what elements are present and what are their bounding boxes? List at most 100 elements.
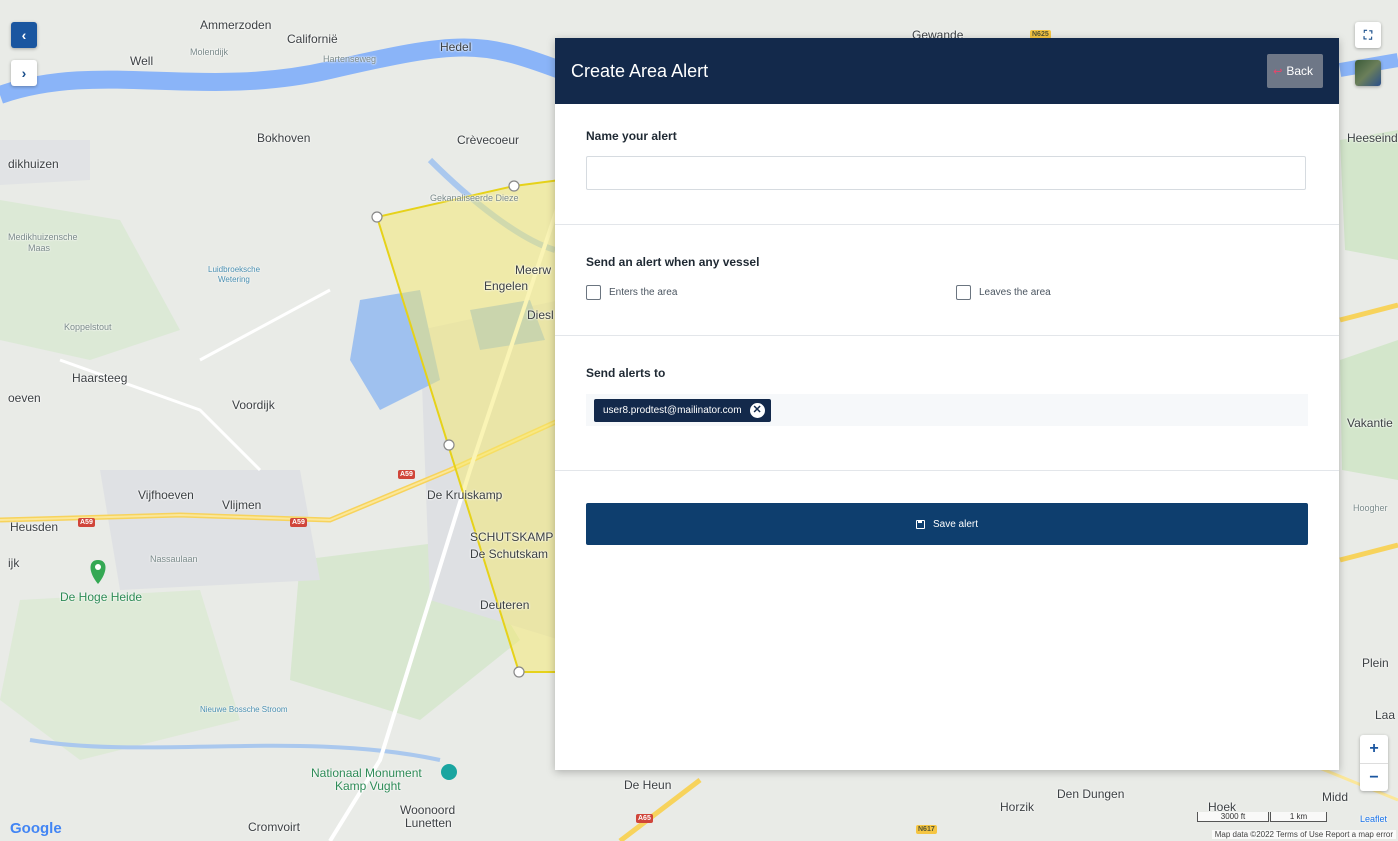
place-label: Haarsteeg	[72, 371, 128, 385]
leaflet-link[interactable]: Leaflet	[1360, 814, 1387, 824]
place-label: Wetering	[218, 275, 250, 284]
place-label: Woonoord	[400, 803, 456, 817]
place-label: Den Dungen	[1057, 787, 1125, 801]
polygon-vertex	[443, 439, 455, 451]
place-label: De Hoge Heide	[60, 590, 143, 604]
place-label: Voordijk	[232, 398, 275, 412]
polygon-vertex	[513, 666, 525, 678]
layer-toggle-button[interactable]	[1355, 60, 1381, 86]
recipients-section: Send alerts to user8.prodtest@mailinator…	[555, 336, 1339, 471]
polygon-vertex	[508, 180, 520, 192]
place-label: Hartenseweg	[323, 54, 377, 64]
leaves-option[interactable]: Leaves the area	[956, 285, 1051, 300]
road-badge: A59	[78, 518, 95, 527]
place-label: ijk	[8, 556, 20, 570]
road-badge: A59	[290, 518, 307, 527]
save-alert-button[interactable]: Save alert	[586, 503, 1308, 545]
place-label: Ammerzoden	[200, 18, 272, 32]
zoom-out-button[interactable]: −	[1360, 762, 1388, 792]
leaves-label: Leaves the area	[979, 287, 1051, 298]
recipients-input[interactable]: user8.prodtest@mailinator.com ✕	[586, 394, 1308, 426]
place-label: Koppelstout	[64, 322, 112, 332]
place-label: Vlijmen	[222, 498, 262, 512]
save-section: Save alert	[555, 471, 1339, 545]
zoom-in-button[interactable]: +	[1369, 735, 1378, 763]
enters-label: Enters the area	[609, 287, 678, 298]
place-label: Nassaulaan	[150, 554, 198, 564]
place-label: Horzik	[1000, 800, 1035, 814]
chevron-left-icon: ‹	[21, 27, 27, 43]
place-label: oeven	[8, 391, 41, 405]
place-label: Vakantie	[1347, 416, 1393, 430]
place-label: Bokhoven	[257, 131, 311, 145]
fullscreen-button[interactable]: ⛶	[1355, 22, 1381, 48]
create-area-alert-panel: Create Area Alert ↩ Back Name your alert…	[555, 38, 1339, 770]
place-label: Hoogher	[1353, 503, 1388, 513]
collapse-left-button[interactable]: ‹	[11, 22, 37, 48]
place-label: Engelen	[484, 279, 529, 293]
save-alert-label: Save alert	[932, 518, 979, 530]
panel-title: Create Area Alert	[571, 60, 709, 81]
place-label: Vijfhoeven	[138, 488, 194, 502]
place-label: Deuteren	[480, 598, 530, 612]
google-logo-text: Google	[10, 820, 62, 837]
place-label: Midd	[1322, 790, 1349, 804]
back-arrow-icon: ↩	[1273, 65, 1283, 78]
place-label: dikhuizen	[8, 157, 59, 171]
place-label: Lunetten	[405, 816, 452, 830]
place-label: Crèvecoeur	[457, 133, 520, 147]
enters-option[interactable]: Enters the area	[586, 285, 956, 300]
trigger-label: Send an alert when any vessel	[586, 255, 760, 269]
panel-header: Create Area Alert ↩ Back	[555, 38, 1339, 104]
place-label: De Kruiskamp	[427, 488, 503, 502]
recipient-email: user8.prodtest@mailinator.com	[603, 404, 742, 416]
road-badge: A59	[398, 470, 415, 479]
place-label: SCHUTSKAMP	[470, 530, 554, 544]
trigger-section: Send an alert when any vessel Enters the…	[555, 225, 1339, 336]
place-label: Nationaal Monument	[311, 766, 422, 780]
scale-imperial: 3000 ft	[1197, 812, 1269, 822]
place-label: Maas	[28, 243, 51, 253]
place-label: Molendijk	[190, 47, 229, 57]
map-attribution[interactable]: Map data ©2022 Terms of Use Report a map…	[1211, 830, 1396, 839]
name-section: Name your alert	[555, 104, 1339, 225]
google-logo: Google	[10, 820, 62, 837]
place-label: Hedel	[440, 40, 472, 54]
name-label: Name your alert	[586, 129, 677, 143]
place-label: Californië	[287, 32, 338, 46]
leaves-checkbox[interactable]	[956, 285, 971, 300]
place-label: Plein	[1362, 656, 1389, 670]
place-label: Luidbroeksche	[208, 265, 261, 274]
alert-name-input[interactable]	[586, 156, 1306, 190]
fullscreen-icon: ⛶	[1363, 27, 1373, 42]
expand-right-button[interactable]: ›	[11, 60, 37, 86]
road-badge: N617	[916, 825, 937, 834]
place-label: Well	[130, 54, 154, 68]
place-label: Nieuwe Bossche Stroom	[200, 705, 288, 714]
place-label: Heeseind	[1347, 131, 1398, 145]
save-icon	[915, 519, 925, 529]
place-label: Meerw	[515, 263, 552, 277]
satellite-thumbnail-icon	[1355, 60, 1381, 86]
scale-metric: 1 km	[1270, 812, 1327, 822]
recipients-label: Send alerts to	[586, 366, 666, 380]
road-badge: A65	[636, 814, 653, 823]
place-label: Heusden	[10, 520, 59, 534]
trigger-options: Enters the area Leaves the area	[586, 285, 1308, 300]
polygon-vertex	[371, 211, 383, 223]
place-label: Laa	[1375, 708, 1396, 722]
place-label: Diesl	[527, 308, 554, 322]
place-label: Medikhuizensche	[8, 232, 78, 242]
place-label: Kamp Vught	[335, 779, 401, 793]
recipient-chip: user8.prodtest@mailinator.com ✕	[594, 398, 771, 422]
place-label: Gekanaliseerde Dieze	[430, 193, 519, 203]
back-button[interactable]: ↩ Back	[1267, 54, 1323, 88]
place-label: De Heun	[624, 778, 672, 792]
zoom-controls: + −	[1360, 735, 1388, 791]
place-label: De Schutskam	[470, 547, 549, 561]
back-button-label: Back	[1286, 64, 1313, 78]
remove-recipient-icon[interactable]: ✕	[749, 402, 765, 418]
enters-checkbox[interactable]	[586, 285, 601, 300]
chevron-right-icon: ›	[21, 65, 27, 81]
place-label: Cromvoirt	[248, 820, 301, 834]
